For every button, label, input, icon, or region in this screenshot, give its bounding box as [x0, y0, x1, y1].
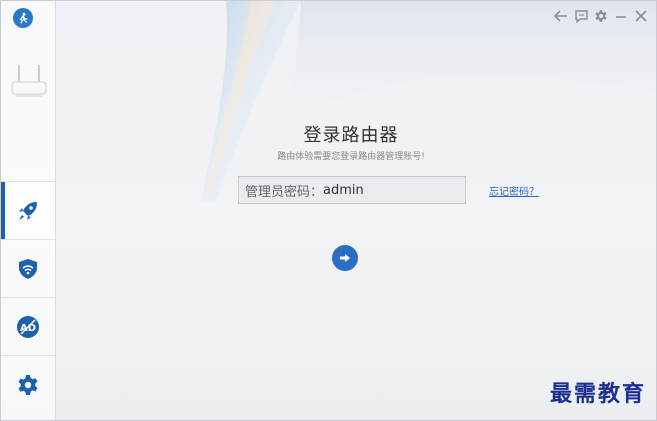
sidebar-item-settings[interactable] — [1, 355, 55, 414]
ad-block-icon: AD — [17, 316, 39, 338]
password-label: 管理员密码： — [245, 184, 324, 200]
sidebar: AD — [1, 1, 56, 420]
minimize-icon — [616, 16, 626, 18]
background-swoosh — [201, 1, 656, 201]
arrow-right-icon — [340, 254, 350, 262]
close-icon — [635, 10, 647, 22]
settings-icon — [595, 10, 607, 22]
gear-icon — [18, 375, 38, 395]
app-logo — [13, 8, 33, 28]
rocket-icon — [19, 202, 37, 220]
shield-wifi-icon — [19, 259, 37, 279]
password-field[interactable]: 管理员密码： admin — [238, 176, 466, 204]
sidebar-item-security[interactable] — [1, 239, 55, 298]
feedback-button[interactable] — [574, 9, 588, 23]
back-arrow-icon — [554, 10, 567, 22]
runner-icon — [19, 12, 28, 24]
login-submit-button[interactable] — [332, 245, 358, 271]
sidebar-item-speedup[interactable] — [1, 181, 55, 240]
window-controls — [554, 9, 648, 23]
page-title: 登录路由器 — [303, 125, 399, 146]
router-icon — [11, 65, 47, 97]
password-value: admin — [323, 182, 364, 198]
settings-button[interactable] — [594, 9, 608, 23]
minimize-button[interactable] — [614, 9, 628, 23]
close-button[interactable] — [634, 9, 648, 23]
feedback-icon — [574, 9, 588, 23]
watermark: 最需教育 — [549, 381, 646, 407]
back-button[interactable] — [554, 9, 568, 23]
app-window: AD 登录路由器 路由体验需要您登录路由器管理账号! 管理员密码： admin … — [0, 0, 657, 421]
forgot-password-link[interactable]: 忘记密码？ — [489, 183, 539, 198]
page-subtitle: 路由体验需要您登录路由器管理账号! — [277, 152, 425, 162]
sidebar-item-adblock[interactable]: AD — [1, 297, 55, 356]
